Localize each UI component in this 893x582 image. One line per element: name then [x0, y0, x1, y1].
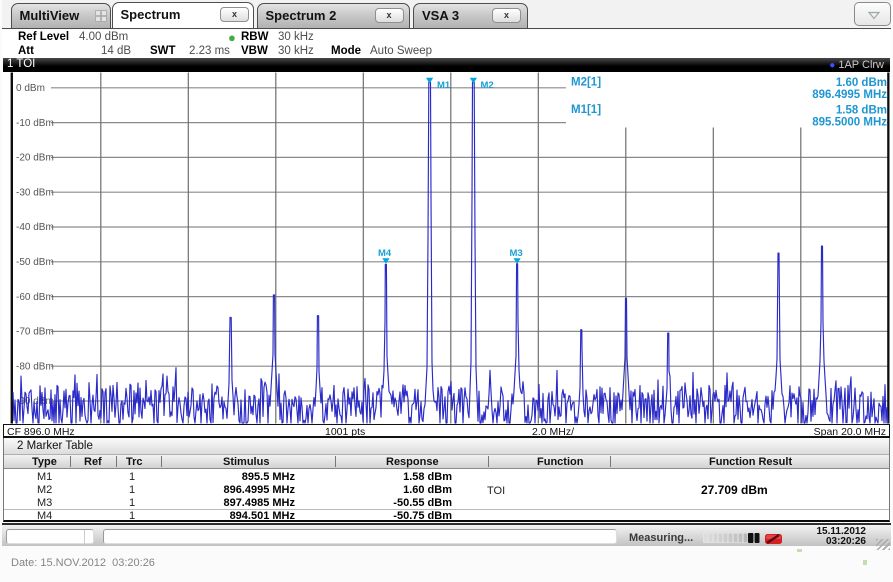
svg-text:-40 dBm: -40 dBm — [16, 222, 54, 233]
svg-text:-30 dBm: -30 dBm — [16, 187, 54, 198]
svg-text:-50 dBm: -50 dBm — [16, 257, 54, 268]
svg-text:1.60 dBm: 1.60 dBm — [836, 77, 887, 89]
svg-text:-60 dBm: -60 dBm — [16, 292, 54, 303]
svg-text:895.5000 MHz: 895.5000 MHz — [812, 117, 887, 129]
svg-text:-70 dBm: -70 dBm — [16, 327, 54, 338]
svg-text:0 dBm: 0 dBm — [16, 83, 45, 94]
svg-text:896.4995 MHz: 896.4995 MHz — [812, 89, 887, 101]
svg-text:M3: M3 — [510, 248, 523, 259]
svg-text:-20 dBm: -20 dBm — [16, 153, 54, 164]
svg-text:-80 dBm: -80 dBm — [16, 361, 54, 372]
svg-text:-10 dBm: -10 dBm — [16, 118, 54, 129]
svg-text:M2[1]: M2[1] — [571, 77, 601, 89]
svg-text:M2: M2 — [481, 80, 494, 91]
svg-text:M1: M1 — [437, 80, 451, 91]
svg-text:M1[1]: M1[1] — [571, 104, 601, 116]
svg-text:1.58 dBm: 1.58 dBm — [836, 105, 887, 117]
svg-text:M4: M4 — [378, 248, 392, 259]
